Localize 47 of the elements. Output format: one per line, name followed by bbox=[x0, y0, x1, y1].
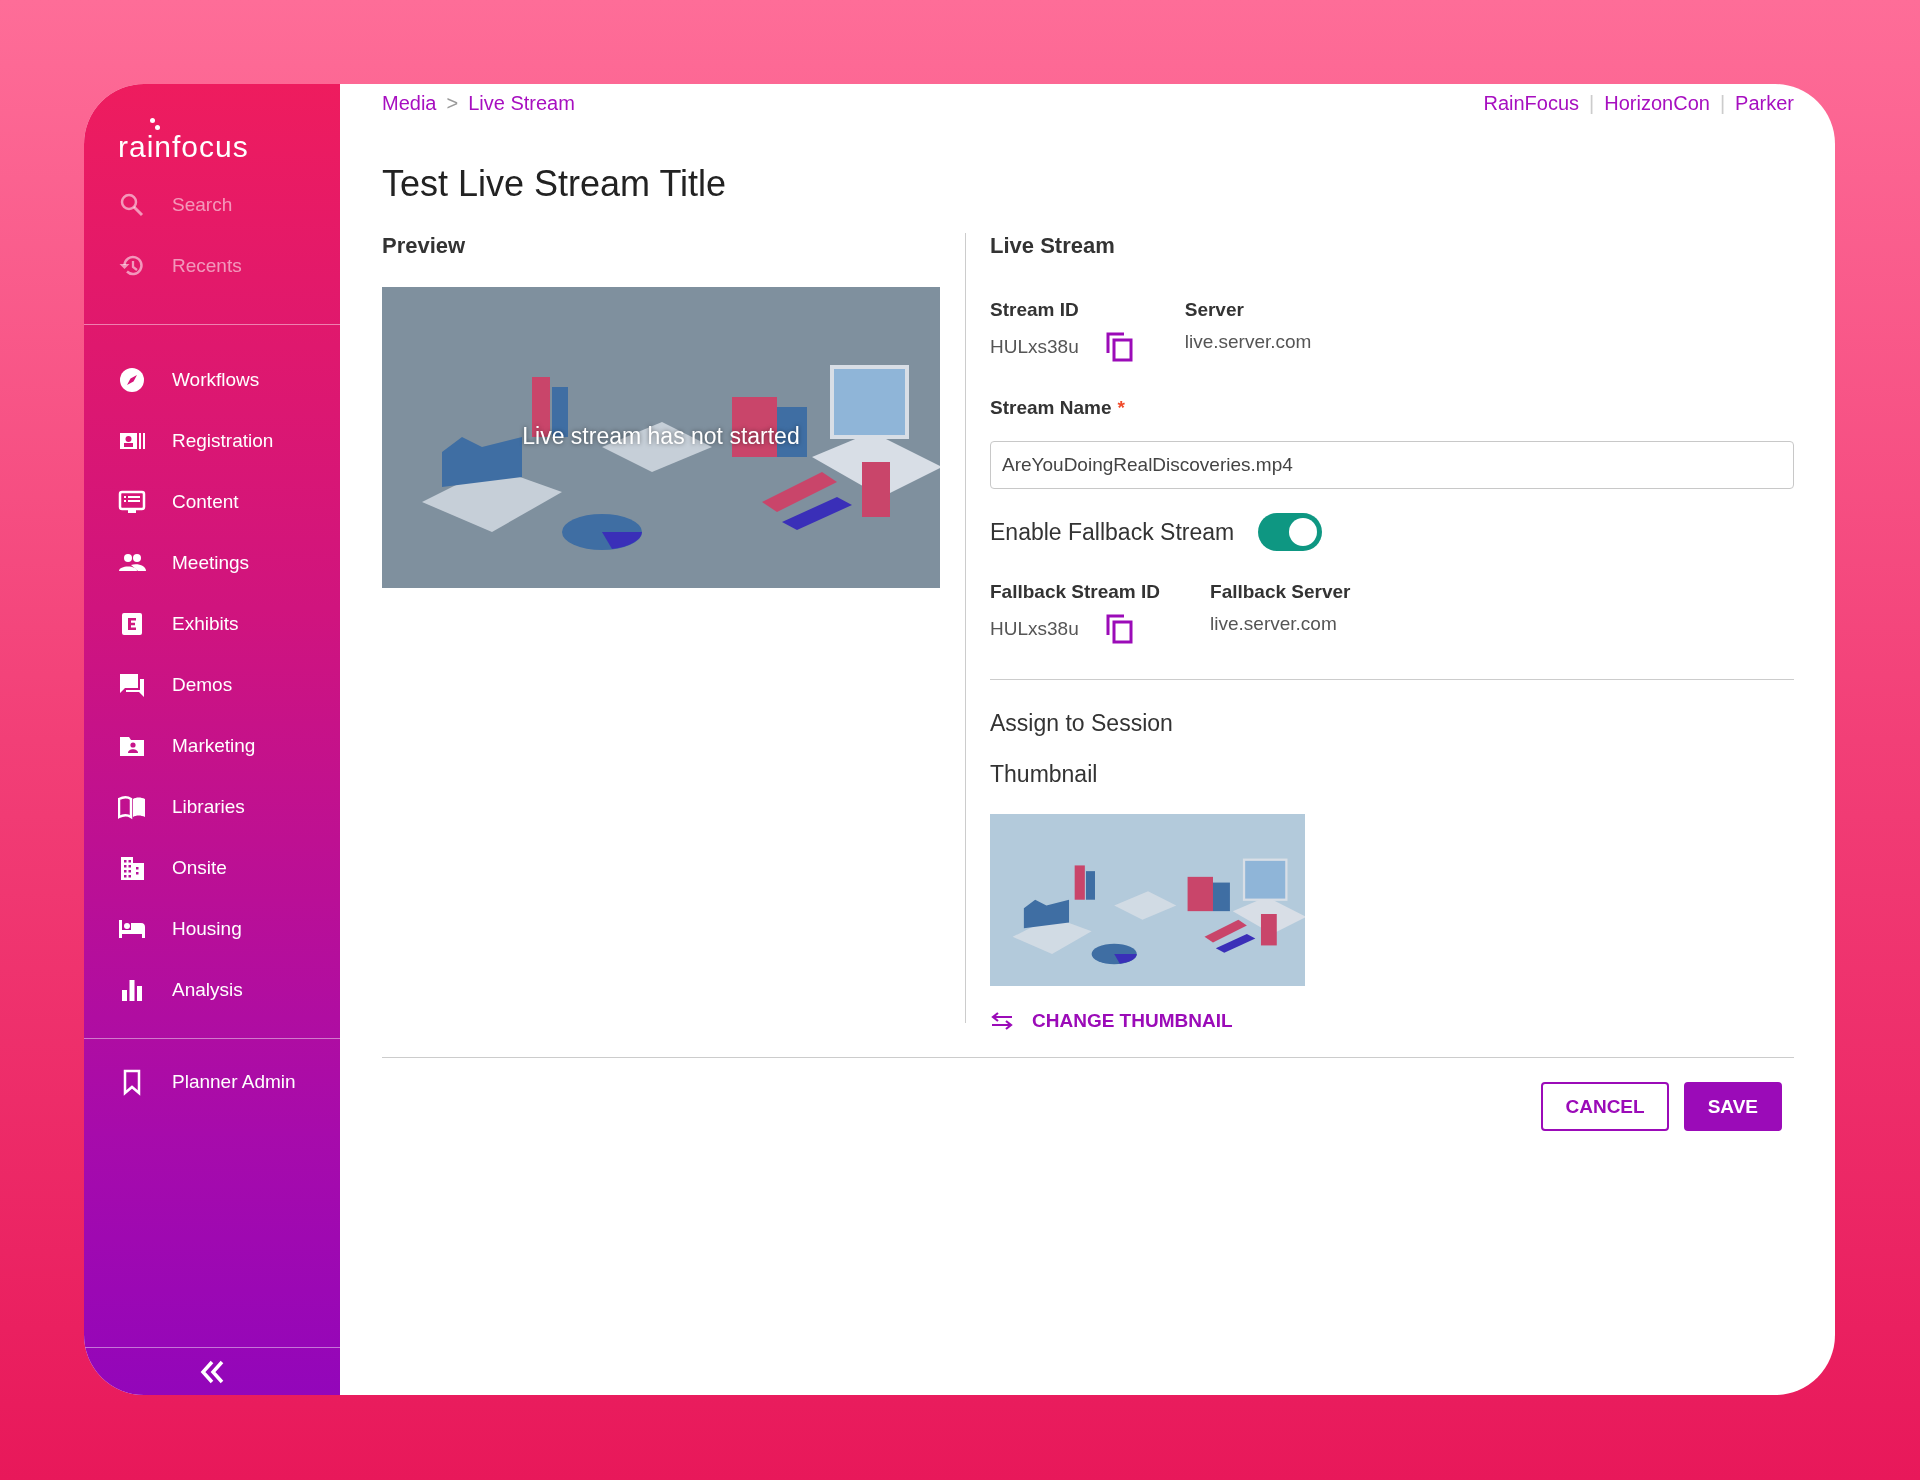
link-separator: | bbox=[1589, 92, 1595, 115]
toggle-switch[interactable] bbox=[1258, 513, 1323, 551]
swap-icon bbox=[990, 1012, 1014, 1030]
save-button[interactable]: SAVE bbox=[1683, 1082, 1782, 1131]
section-heading: Preview bbox=[382, 233, 467, 259]
sidebar-item[interactable]: Analysis bbox=[84, 959, 340, 1020]
change-thumbnail-link[interactable]: CHANGE THUMBNAIL bbox=[990, 1010, 1233, 1032]
field-label: Fallback Stream ID bbox=[990, 581, 1161, 603]
copy-icon[interactable] bbox=[1104, 613, 1135, 645]
cancel-button[interactable]: CANCEL bbox=[1541, 1082, 1669, 1131]
logo-dots-icon bbox=[150, 118, 160, 130]
sidebar-item[interactable]: Content bbox=[84, 471, 340, 532]
breadcrumb-separator: > bbox=[446, 92, 459, 115]
breadcrumb-link[interactable]: Live Stream bbox=[468, 92, 575, 115]
sidebar-item[interactable]: Demos bbox=[84, 654, 340, 715]
field-label: Fallback Server bbox=[1210, 581, 1351, 603]
toggle-label: Enable Fallback Stream bbox=[990, 518, 1235, 546]
field-value: live.server.com bbox=[1210, 613, 1337, 635]
context-link[interactable]: RainFocus bbox=[1483, 92, 1580, 115]
stream-name-input[interactable]: AreYouDoingRealDiscoveries.mp4 bbox=[990, 441, 1794, 489]
field-label: Server bbox=[1184, 299, 1245, 321]
section-heading: Thumbnail bbox=[990, 761, 1099, 788]
sidebar-item[interactable]: Meetings bbox=[84, 532, 340, 593]
logo: rainfocus bbox=[118, 132, 249, 162]
field-label: Stream Name * bbox=[990, 397, 1126, 419]
sidebar-item[interactable]: Registration bbox=[84, 410, 340, 471]
field-value: live.server.com bbox=[1184, 331, 1312, 353]
collapse-icon[interactable] bbox=[198, 1358, 226, 1385]
field-label: Stream ID bbox=[990, 299, 1080, 321]
sidebar-item[interactable]: Housing bbox=[84, 898, 340, 959]
link-separator: | bbox=[1719, 92, 1726, 115]
context-link[interactable]: Parker bbox=[1735, 92, 1794, 115]
sidebar-item[interactable]: Onsite bbox=[84, 837, 340, 898]
sidebar-item[interactable]: Planner Admin bbox=[84, 1051, 340, 1112]
sidebar-item[interactable]: Exhibits bbox=[84, 593, 340, 654]
compass-icon bbox=[118, 365, 146, 394]
field-value: HULxs38u bbox=[990, 618, 1079, 640]
sidebar-item[interactable]: Libraries bbox=[84, 776, 340, 837]
breadcrumb-link[interactable]: Media bbox=[382, 92, 437, 115]
section-heading: Assign to Session bbox=[990, 710, 1174, 737]
sidebar-item[interactable]: Workflows bbox=[84, 349, 340, 410]
context-link[interactable]: HorizonCon bbox=[1604, 92, 1710, 115]
section-heading: Live Stream bbox=[990, 233, 1116, 259]
field-value: HULxs38u bbox=[990, 336, 1079, 358]
sidebar-item[interactable]: Marketing bbox=[84, 715, 340, 776]
page-title: Test Live Stream Title bbox=[382, 163, 728, 205]
copy-icon[interactable] bbox=[1104, 331, 1135, 363]
